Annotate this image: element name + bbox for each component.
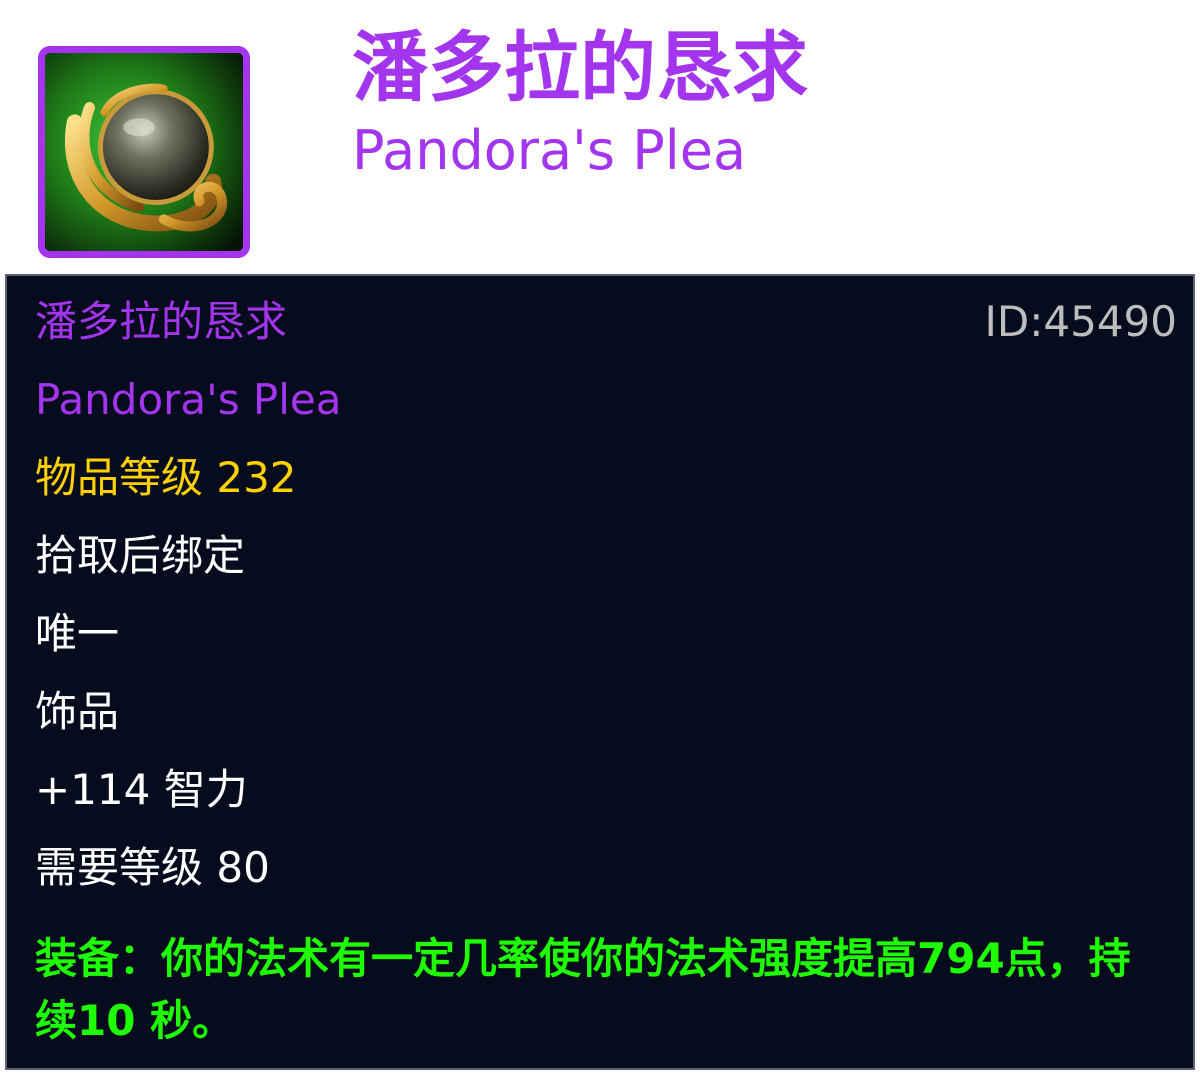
item-title-english: Pandora's Plea: [352, 119, 747, 182]
item-slot: 饰品: [35, 687, 120, 736]
item-title-chinese: 潘多拉的恳求: [352, 23, 808, 112]
item-tooltip: 潘多拉的恳求 ID:45490 Pandora's Plea 物品等级 232 …: [5, 274, 1195, 1070]
tooltip-name-chinese: 潘多拉的恳求: [35, 297, 288, 346]
item-level: 物品等级 232: [35, 453, 297, 502]
unique-flag: 唯一: [35, 609, 120, 658]
item-id: ID:45490: [984, 297, 1178, 346]
item-header: 潘多拉的恳求 Pandora's Plea: [0, 0, 1200, 272]
pandoras-plea-orb-icon: [38, 46, 250, 258]
binding-type: 拾取后绑定: [35, 531, 246, 580]
intellect-stat: +114 智力: [35, 765, 248, 814]
tooltip-name-english: Pandora's Plea: [35, 375, 342, 424]
equip-effect: 装备：你的法术有一定几率使你的法术强度提高794点，持续10 秒。: [35, 934, 1131, 1045]
required-level: 需要等级 80: [35, 843, 270, 892]
